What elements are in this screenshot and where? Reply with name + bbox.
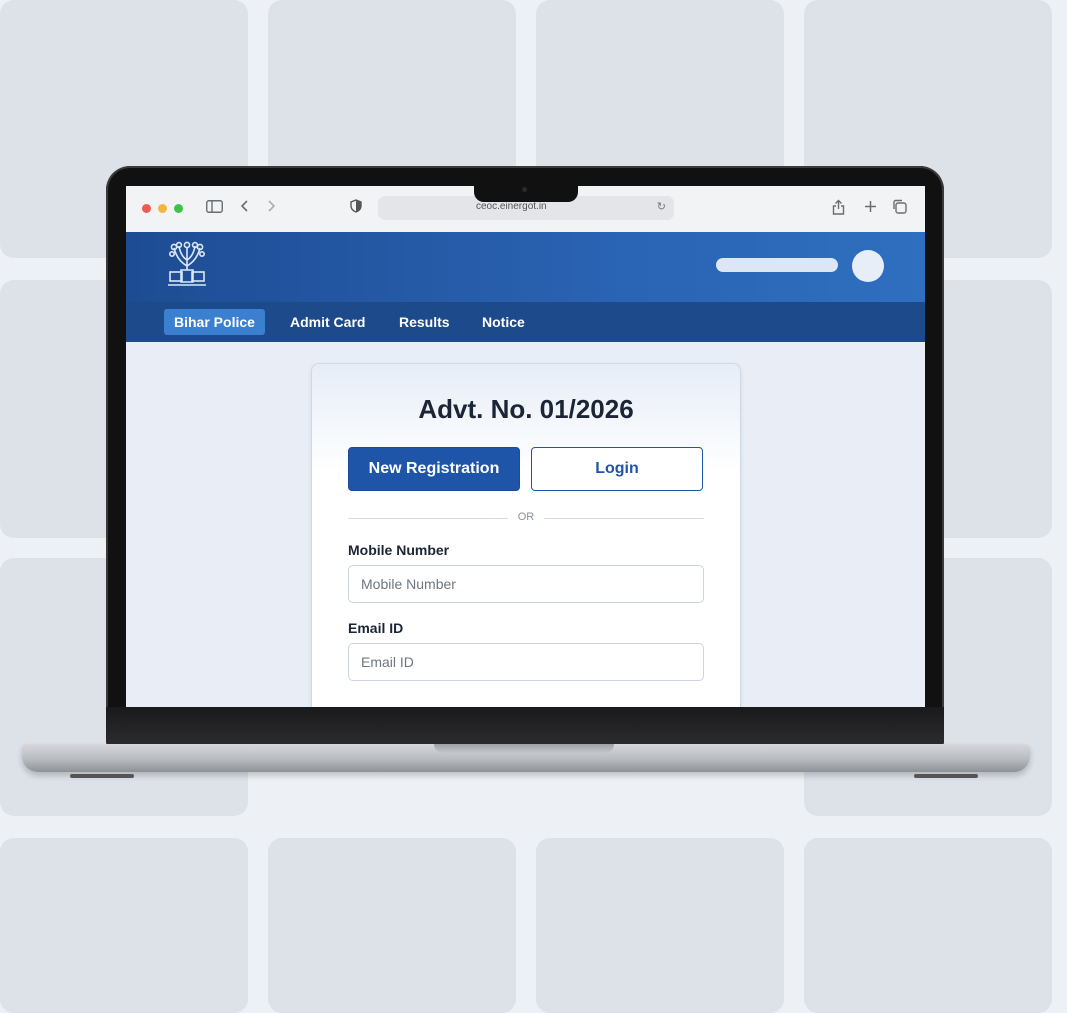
close-window-button[interactable] xyxy=(142,204,151,213)
background-tile xyxy=(268,838,516,1013)
minimize-window-button[interactable] xyxy=(158,204,167,213)
camera-icon xyxy=(522,187,527,192)
divider-line xyxy=(544,518,704,519)
laptop-base xyxy=(22,744,1030,772)
login-button[interactable]: Login xyxy=(531,447,703,491)
shield-icon[interactable] xyxy=(350,199,362,217)
camera-notch xyxy=(474,184,578,202)
page-title: Advt. No. 01/2026 xyxy=(418,394,634,424)
laptop-screen: ceoc.einergot.in ↻ Bihar Police Admit Ca… xyxy=(126,186,925,707)
laptop-bezel-bottom xyxy=(106,707,944,746)
chevron-right-icon[interactable] xyxy=(266,199,276,217)
nav-item-notice[interactable]: Notice xyxy=(472,309,535,335)
email-id-label: Email ID xyxy=(348,620,404,636)
laptop-foot xyxy=(70,774,134,778)
registration-card: Advt. No. 01/2026 New Registration Login… xyxy=(311,363,741,707)
avatar[interactable] xyxy=(852,250,884,282)
new-registration-button[interactable]: New Registration xyxy=(348,447,520,491)
or-separator: OR xyxy=(517,511,535,523)
nav-item-bihar-police[interactable]: Bihar Police xyxy=(164,309,265,335)
sidebar-icon[interactable] xyxy=(206,199,223,217)
site-header xyxy=(126,232,925,302)
background-tile xyxy=(0,838,248,1013)
email-id-input[interactable] xyxy=(348,643,704,681)
laptop-opening-notch xyxy=(434,744,614,753)
nav-item-results[interactable]: Results xyxy=(389,309,460,335)
mobile-number-label: Mobile Number xyxy=(348,542,450,558)
zoom-window-button[interactable] xyxy=(174,204,183,213)
nav-item-admit-card[interactable]: Admit Card xyxy=(280,309,375,335)
user-name-placeholder xyxy=(716,258,838,272)
plus-icon[interactable] xyxy=(864,199,877,217)
reload-icon[interactable]: ↻ xyxy=(657,200,666,213)
bihar-emblem-logo[interactable] xyxy=(164,240,210,290)
laptop-foot xyxy=(914,774,978,778)
mobile-number-input[interactable] xyxy=(348,565,704,603)
tabs-icon[interactable] xyxy=(892,199,907,218)
background-tile xyxy=(536,838,784,1013)
site-navigation: Bihar Police Admit Card Results Notice xyxy=(126,302,925,342)
chevron-left-icon[interactable] xyxy=(240,199,250,217)
share-icon[interactable] xyxy=(832,199,845,219)
url-text: ceoc.einergot.in xyxy=(476,201,547,212)
background-tile xyxy=(804,838,1052,1013)
